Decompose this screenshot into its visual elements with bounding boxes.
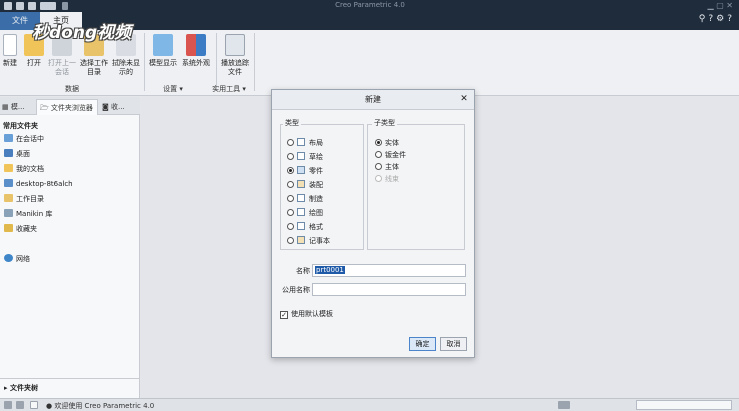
tab-model-tree[interactable]: ▦ 模... (2, 99, 34, 115)
close-icon[interactable]: ✕ (458, 93, 470, 105)
name-value: prt0001 (315, 266, 345, 274)
type-legend: 类型 (283, 118, 301, 128)
radio-icon (287, 181, 294, 188)
group-separator (216, 33, 217, 91)
group-separator (144, 33, 145, 91)
favorites-heading: 常用文件夹 (3, 122, 38, 130)
computer-icon (4, 179, 13, 187)
radio-icon (287, 223, 294, 230)
type-option-drawing[interactable]: 绘图 (287, 207, 323, 219)
folder-item-favorites[interactable]: 收藏夹 (4, 223, 37, 235)
sketch-icon (297, 152, 305, 160)
name-label: 名称 (296, 267, 310, 275)
favorites-icon (4, 224, 13, 232)
folder-tree-toggle[interactable]: ▸ 文件夹树 (4, 383, 38, 393)
group-label-settings[interactable]: 设置 ▾ (145, 84, 201, 94)
radio-icon (375, 163, 382, 170)
panel-divider (0, 378, 140, 379)
session-icon (4, 134, 13, 142)
documents-icon (4, 164, 13, 172)
subtype-option-harness: 线束 (375, 173, 399, 185)
assembly-icon (297, 180, 305, 188)
part-icon (297, 166, 305, 174)
open-quick-icon[interactable] (28, 2, 36, 10)
cancel-button[interactable]: 取消 (440, 337, 467, 351)
folder-item-computer[interactable]: desktop-8t6alch (4, 178, 73, 190)
status-message: ● 欢迎使用 Creo Parametric 4.0 (46, 402, 155, 410)
model-display-button[interactable]: 模型显示 (148, 32, 178, 82)
type-option-part[interactable]: 零件 (287, 165, 323, 177)
type-option-sketch[interactable]: 草绘 (287, 151, 323, 163)
manufacturing-icon (297, 194, 305, 202)
group-label-utilities[interactable]: 实用工具 ▾ (203, 84, 255, 94)
fullscreen-icon[interactable] (30, 401, 38, 409)
radio-icon (287, 153, 294, 160)
use-default-template-checkbox[interactable]: ✓ 使用默认模板 (280, 309, 333, 320)
group-separator (254, 33, 255, 91)
folder-item-documents[interactable]: 我的文档 (4, 163, 44, 175)
checkbox-checked-icon: ✓ (280, 311, 288, 319)
format-icon (297, 222, 305, 230)
common-name-field[interactable] (312, 283, 466, 296)
desktop-icon (4, 149, 13, 157)
window-title: Creo Parametric 4.0 (335, 1, 405, 9)
folder-item-network[interactable]: 网络 (4, 253, 30, 265)
type-option-manufacturing[interactable]: 制造 (287, 193, 323, 205)
type-option-notebook[interactable]: 记事本 (287, 235, 330, 247)
layout-icon (297, 138, 305, 146)
undo-quick-icon[interactable] (40, 2, 56, 10)
subtype-option-body[interactable]: 主体 (375, 161, 399, 173)
drawing-icon (297, 208, 305, 216)
subtype-option-solid[interactable]: 实体 (375, 137, 399, 149)
radio-selected-icon (375, 139, 382, 146)
system-appearance-button[interactable]: 系统外观 (180, 32, 212, 82)
selection-filter-icon[interactable] (558, 401, 570, 409)
name-field[interactable]: prt0001 (312, 264, 466, 277)
network-icon (4, 254, 13, 262)
radio-icon (287, 237, 294, 244)
type-option-layout[interactable]: 布局 (287, 137, 323, 149)
folder-item-workdir[interactable]: 工作目录 (4, 193, 44, 205)
window-controls[interactable]: ▁ ▢ ✕ (708, 1, 734, 10)
ok-button[interactable]: 确定 (409, 337, 436, 351)
tab-folder-browser[interactable]: 🗁 文件夹浏览器 (36, 99, 98, 115)
group-label-data: 数据 (65, 85, 79, 93)
folder-item-session[interactable]: 在会话中 (4, 133, 44, 145)
system-appearance-icon (186, 34, 206, 56)
radio-icon (287, 195, 294, 202)
video-watermark: 秒dong视频 (32, 23, 132, 43)
subtype-legend: 子类型 (372, 118, 397, 128)
app-logo-icon[interactable] (4, 2, 12, 10)
common-name-label: 公用名称 (282, 286, 310, 294)
tab-favorites[interactable]: ◙ 收... (102, 99, 138, 115)
radio-icon (287, 209, 294, 216)
ribbon-right-tools[interactable]: ⚲?⚙? (699, 14, 735, 24)
type-option-assembly[interactable]: 装配 (287, 179, 323, 191)
toggle-browser-icon[interactable] (16, 401, 24, 409)
radio-selected-icon (287, 167, 294, 174)
trail-file-icon (225, 34, 245, 56)
radio-disabled-icon (375, 175, 382, 182)
new-file-icon (3, 34, 17, 56)
folder-item-manikin[interactable]: Manikin 库 (4, 208, 52, 220)
play-trail-file-button[interactable]: 播放追踪文件 (219, 32, 251, 82)
type-option-format[interactable]: 格式 (287, 221, 323, 233)
workdir-icon (4, 194, 13, 202)
new-file-quick-icon[interactable] (16, 2, 24, 10)
new-button[interactable]: 新建 (0, 32, 20, 82)
folder-item-desktop[interactable]: 桌面 (4, 148, 30, 160)
manikin-icon (4, 209, 13, 217)
toggle-navigator-icon[interactable] (4, 401, 12, 409)
subtype-option-sheetmetal[interactable]: 钣金件 (375, 149, 406, 161)
radio-icon (287, 139, 294, 146)
filter-dropdown[interactable] (636, 400, 732, 410)
dialog-title: 新建 (272, 90, 474, 110)
model-display-icon (153, 34, 173, 56)
radio-icon (375, 151, 382, 158)
quick-access-dropdown-icon[interactable] (62, 2, 68, 10)
notebook-icon (297, 236, 305, 244)
